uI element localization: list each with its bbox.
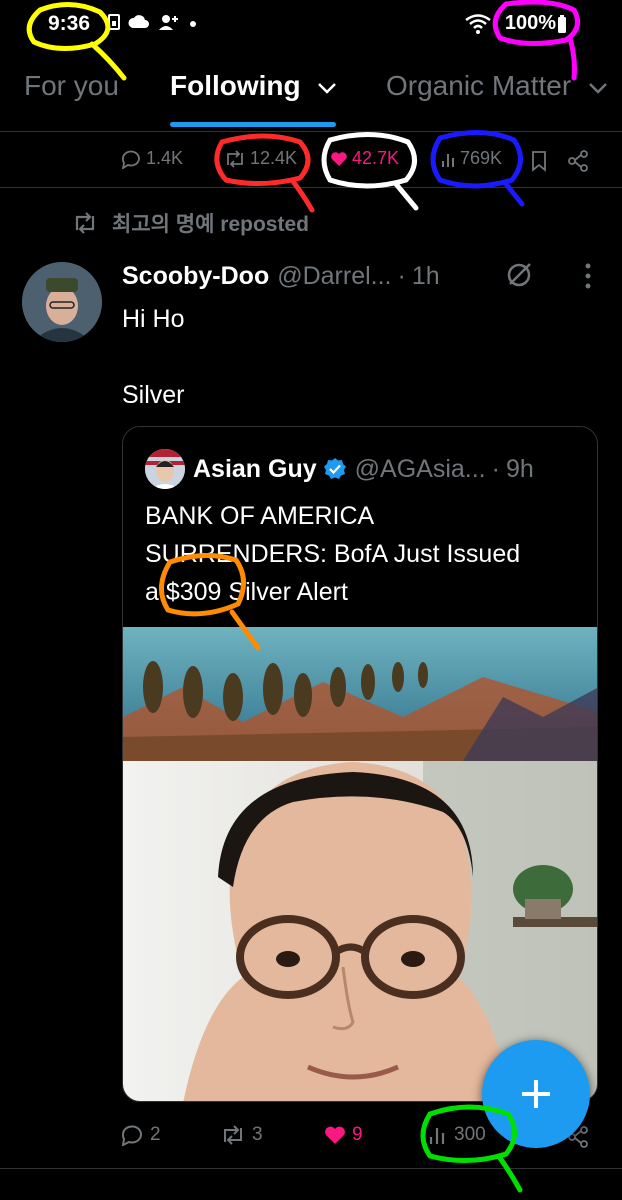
status-bar: 9:36 100% [0, 0, 622, 48]
tweet-text-line: Hi Ho [122, 305, 185, 333]
previous-post-action-bar: 1.4K 12.4K 42.7K 769K [0, 140, 622, 188]
separator: · [491, 454, 500, 483]
battery-percentage: 100% [504, 12, 556, 34]
person-add-icon [159, 15, 178, 30]
wifi-icon [465, 13, 491, 34]
chevron-down-icon[interactable] [316, 81, 338, 95]
tweet-header: Scooby-Doo @Darrel... · 1h [122, 258, 592, 294]
like-button[interactable]: 9 [324, 1124, 363, 1146]
more-icon[interactable] [584, 262, 592, 290]
repost-count: 3 [252, 1124, 263, 1145]
repost-icon [227, 149, 243, 168]
repost-button[interactable]: 12.4K [224, 148, 297, 169]
quoted-tweet[interactable]: Asian Guy @AGAsia... · 9h BANK OF AMERIC… [122, 426, 598, 1102]
reply-count: 1.4K [146, 148, 184, 168]
reply-button[interactable]: 1.4K [120, 148, 183, 169]
tweet-text: Hi Ho Silver [122, 300, 185, 414]
separator: · [397, 261, 406, 290]
avatar-image [22, 262, 102, 342]
dot-icon [190, 21, 196, 27]
views-icon [442, 153, 454, 167]
tab-organic-matter-label: Organic Matter [386, 70, 572, 101]
quote-text-line: SURRENDERS: BofA Just Issued [145, 540, 521, 568]
views-button[interactable]: 769K [440, 148, 502, 169]
views-icon [429, 1128, 445, 1144]
repost-context-text: 최고의 명예 reposted [112, 213, 309, 236]
active-tab-indicator [170, 122, 336, 127]
reply-icon [121, 150, 140, 169]
tab-following[interactable]: Following [170, 70, 338, 102]
handle[interactable]: @Darrel... [277, 262, 391, 291]
quote-media-image[interactable] [123, 627, 598, 1102]
timeline-tabs: For you Following Organic Matter [0, 62, 622, 132]
quote-display-name[interactable]: Asian Guy [193, 455, 317, 484]
sim-icon [108, 14, 120, 30]
reply-count: 2 [150, 1124, 161, 1145]
repost-context[interactable]: 최고의 명예 reposted [72, 208, 309, 238]
tab-for-you[interactable]: For you [24, 70, 119, 102]
status-time: 9:36 [48, 12, 91, 35]
quote-text-line: a $309 Silver Alert [145, 578, 348, 606]
views-button[interactable]: 300 [428, 1124, 486, 1146]
repost-button[interactable]: 3 [220, 1124, 263, 1146]
repost-icon [224, 1125, 242, 1145]
timestamp[interactable]: 1h [412, 262, 440, 291]
avatar[interactable] [22, 262, 102, 342]
status-icons-left [108, 14, 198, 30]
like-count: 42.7K [352, 148, 400, 168]
share-icon[interactable] [567, 150, 589, 172]
display-name[interactable]: Scooby-Doo [122, 262, 269, 291]
reply-icon [121, 1125, 142, 1146]
battery-icon [558, 14, 566, 33]
like-count: 9 [352, 1124, 363, 1145]
views-count: 769K [460, 148, 503, 168]
grok-icon[interactable] [504, 260, 534, 290]
like-button[interactable]: 42.7K [330, 148, 399, 169]
tweet-text-line: Silver [122, 381, 185, 409]
heart-icon [331, 151, 347, 166]
plus-icon [522, 1080, 550, 1108]
quote-text: BANK OF AMERICA SURRENDERS: BofA Just Is… [145, 497, 585, 611]
quote-handle[interactable]: @AGAsia... [355, 455, 486, 484]
chevron-down-icon[interactable] [587, 81, 609, 95]
status-right: 100% [465, 12, 566, 35]
heart-icon [325, 1126, 345, 1144]
quote-avatar [145, 449, 185, 489]
tab-organic-matter[interactable]: Organic Matter [386, 70, 609, 102]
quote-header: Asian Guy @AGAsia... · 9h [145, 449, 534, 489]
quote-timestamp: 9h [505, 454, 534, 483]
quote-text-line: BANK OF AMERICA [145, 502, 375, 530]
repost-icon [75, 212, 95, 234]
bookmark-icon[interactable] [530, 150, 548, 172]
divider [0, 1168, 622, 1169]
reply-button[interactable]: 2 [120, 1124, 161, 1146]
repost-count: 12.4K [250, 148, 298, 168]
compose-button[interactable] [482, 1040, 590, 1148]
cloud-icon [128, 15, 149, 28]
tab-following-label: Following [170, 70, 301, 101]
views-count: 300 [454, 1124, 486, 1145]
verified-icon [323, 458, 346, 479]
